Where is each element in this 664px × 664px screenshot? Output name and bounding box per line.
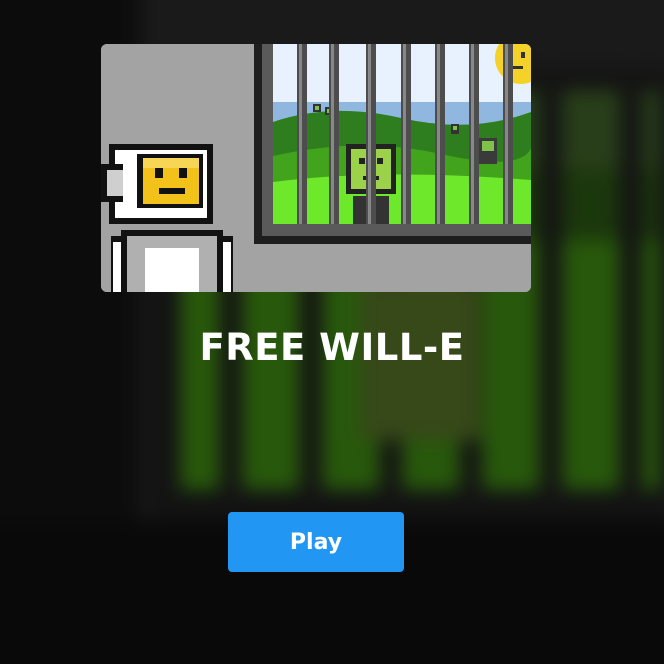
play-button[interactable]: Play bbox=[228, 512, 404, 572]
game-thumbnail bbox=[101, 44, 531, 292]
game-title: FREE WILL-E bbox=[199, 326, 465, 369]
barred-window-icon bbox=[254, 44, 531, 244]
